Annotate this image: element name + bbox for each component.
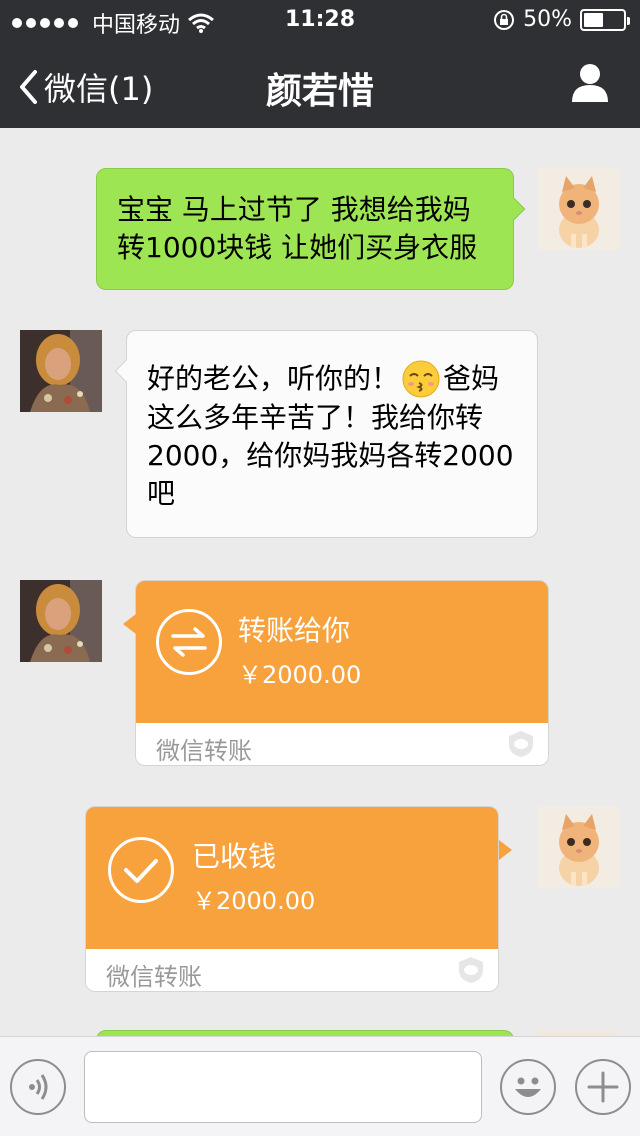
transfer-card-header: 已收钱 ￥2000.00	[86, 807, 498, 949]
transfer-amount: ￥2000.00	[238, 661, 362, 689]
transfer-card-incoming[interactable]: 转账给你 ￥2000.00 微信转账	[135, 580, 549, 766]
message-line-row: 好的老公，听你的！ 爸妈	[147, 359, 537, 399]
transfer-card-footer: 微信转账	[86, 949, 498, 991]
checkmark-icon	[108, 837, 174, 903]
top-bar: 中国移动 11:28 50% 微信(1) 颜若惜	[0, 0, 640, 128]
transfer-title: 已收钱	[192, 840, 277, 873]
message-line: 好的老公，听你的！	[147, 362, 400, 395]
status-bar: 中国移动 11:28 50%	[0, 0, 640, 40]
message-bubble-received[interactable]: 好的老公，听你的！ 爸妈 这么多年辛苦了！我给你转 2000，给你妈我妈各转20…	[114, 330, 538, 538]
my-avatar[interactable]	[538, 806, 620, 888]
shield-icon	[459, 957, 483, 983]
transfer-arrows-icon	[156, 609, 222, 675]
message-line: 吧	[147, 477, 176, 510]
person-icon	[572, 64, 608, 102]
input-bar	[0, 1036, 640, 1136]
message-line: 这么多年辛苦了！我给你转	[147, 401, 484, 434]
voice-button[interactable]	[10, 1059, 66, 1115]
message-line-continued: 爸妈	[443, 362, 500, 395]
more-button[interactable]	[575, 1059, 631, 1115]
emoji-button[interactable]	[500, 1059, 556, 1115]
transfer-card-header: 转账给你 ￥2000.00	[136, 581, 548, 723]
voice-icon	[29, 1074, 48, 1100]
shield-icon	[509, 731, 533, 757]
transfer-footer-label: 微信转账	[156, 737, 252, 765]
message-input[interactable]	[84, 1051, 482, 1123]
bubble-tail	[123, 614, 136, 634]
transfer-footer-label: 微信转账	[106, 963, 202, 991]
contact-avatar[interactable]	[20, 580, 102, 662]
message-line: 宝宝 马上过节了 我想给我妈	[117, 193, 471, 226]
woman-photo	[20, 330, 102, 412]
woman-photo	[20, 580, 102, 662]
transfer-amount: ￥2000.00	[192, 887, 316, 915]
nav-bar: 微信(1) 颜若惜	[0, 40, 640, 128]
profile-button[interactable]	[570, 62, 610, 106]
page-title: 颜若惜	[265, 71, 374, 112]
transfer-card-received[interactable]: 已收钱 ￥2000.00 微信转账	[85, 806, 499, 992]
cat-photo	[538, 168, 620, 250]
battery-icon	[580, 8, 630, 31]
transfer-title: 转账给你	[238, 614, 351, 647]
bubble-tail	[499, 840, 512, 860]
contact-avatar[interactable]	[20, 330, 102, 412]
kissing-face-icon	[402, 360, 440, 398]
orientation-lock-icon	[494, 9, 515, 30]
status-right: 50%	[493, 7, 630, 32]
transfer-card-footer: 微信转账	[136, 723, 548, 765]
chat-area[interactable]: 宝宝 马上过节了 我想给我妈 转1000块钱 让她们买身衣服 好的老公，听你的！…	[0, 128, 640, 1036]
message-line: 转1000块钱 让她们买身衣服	[117, 231, 478, 264]
smiley-icon	[515, 1077, 541, 1097]
message-bubble-sent[interactable]: 宝宝 马上过节了 我想给我妈 转1000块钱 让她们买身衣服	[96, 168, 526, 290]
battery-percent: 50%	[523, 7, 572, 32]
message-line: 2000，给你妈我妈各转2000	[147, 439, 514, 472]
plus-icon	[587, 1071, 619, 1103]
my-avatar[interactable]	[538, 168, 620, 250]
cat-photo	[538, 806, 620, 888]
